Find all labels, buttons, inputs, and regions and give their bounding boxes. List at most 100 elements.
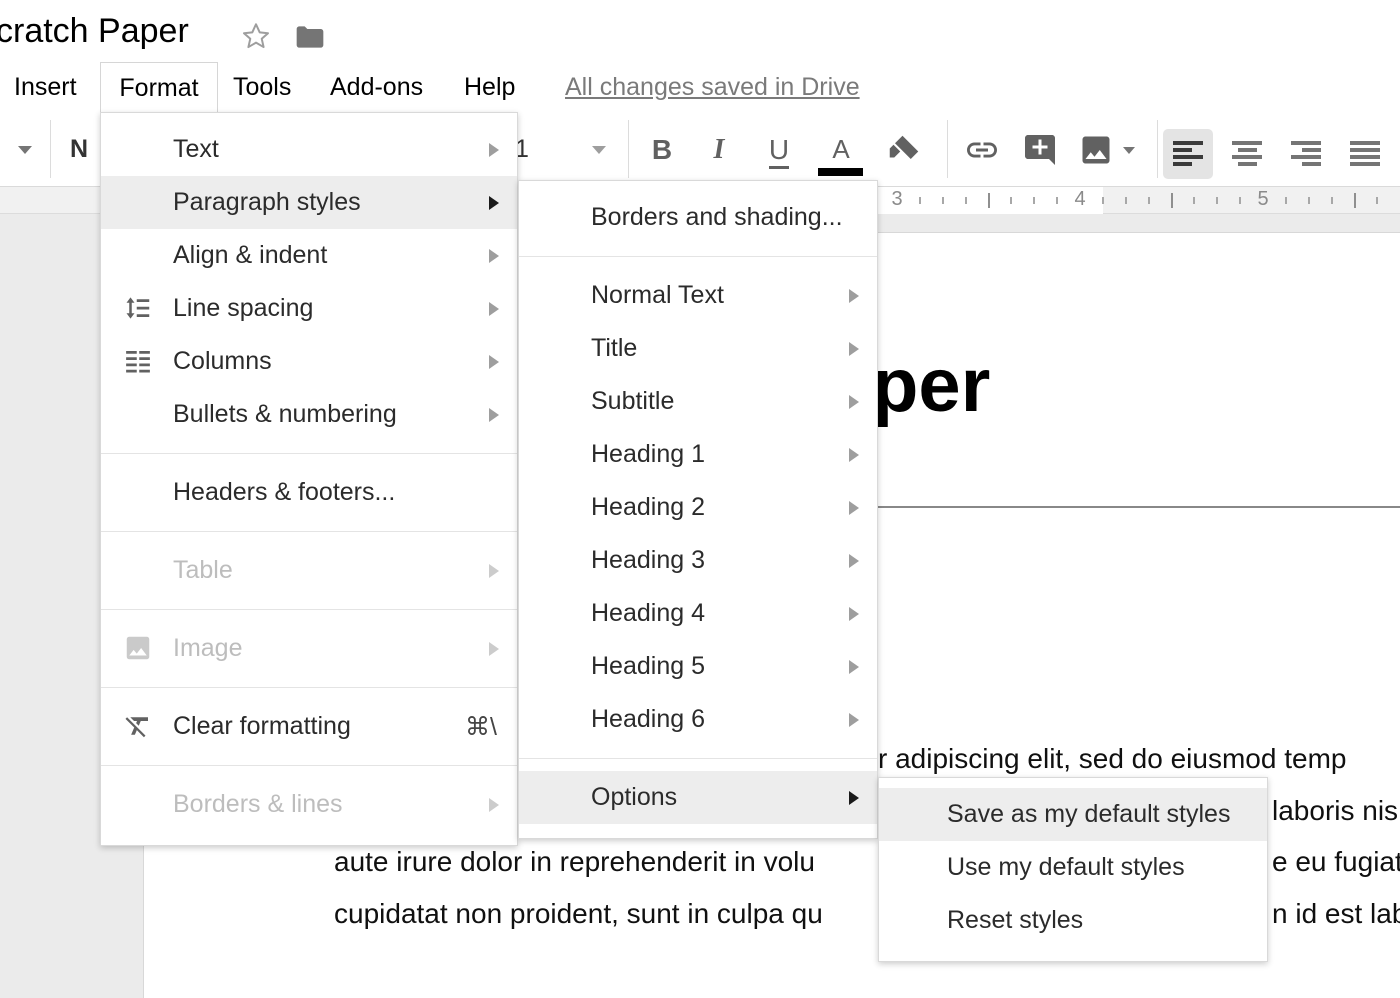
submenu-arrow-icon <box>849 713 859 727</box>
toolbar-separator <box>50 120 51 178</box>
menu-format[interactable]: Format <box>100 62 218 114</box>
font-size-caret-icon[interactable] <box>592 146 606 154</box>
ruler-tick <box>1285 197 1287 204</box>
submenu-arrow-icon <box>489 143 499 157</box>
menu-item-columns[interactable]: Columns <box>101 335 517 388</box>
submenu-arrow-icon <box>849 395 859 409</box>
ruler-tick <box>1354 193 1356 208</box>
insert-link-icon[interactable] <box>964 132 1000 168</box>
ruler-inch-number: 5 <box>1257 188 1268 211</box>
folder-icon[interactable] <box>294 21 326 53</box>
menu-item-label: Line spacing <box>173 294 313 323</box>
submenu-arrow-icon <box>849 342 859 356</box>
align-center-button[interactable] <box>1222 129 1272 179</box>
body-text-line: cupidatat non proident, sunt in culpa qu <box>334 897 823 931</box>
ruler-tick <box>1148 197 1150 204</box>
insert-image-icon[interactable] <box>1078 132 1114 168</box>
submenu-arrow-icon <box>489 564 499 578</box>
menu-item-clear-formatting[interactable]: Clear formatting⌘\ <box>101 700 517 753</box>
menu-item-save-as-my-default-styles[interactable]: Save as my default styles <box>879 788 1267 841</box>
menu-item-bullets-numbering[interactable]: Bullets & numbering <box>101 388 517 441</box>
body-text-line: r adipiscing elit, sed do eiusmod temp <box>878 742 1346 776</box>
paragraph-styles-submenu: Borders and shading... Normal Text Title Su… <box>518 180 878 839</box>
menu-item-borders-and-shading[interactable]: Borders and shading... <box>519 191 877 244</box>
menu-item-label: Image <box>173 634 242 663</box>
menu-item-reset-styles[interactable]: Reset styles <box>879 894 1267 947</box>
menu-item-label: Borders & lines <box>173 790 343 819</box>
ruler-tick <box>965 197 967 204</box>
menu-item-text[interactable]: Text <box>101 123 517 176</box>
paint-format-icon[interactable] <box>886 132 922 168</box>
menu-item-line-spacing[interactable]: Line spacing <box>101 282 517 335</box>
menu-item-label: Options <box>591 783 677 812</box>
options-submenu: Save as my default styles Use my default … <box>878 777 1268 962</box>
save-status-link[interactable]: All changes saved in Drive <box>565 62 860 112</box>
paragraph-style-selector[interactable]: N <box>62 112 96 187</box>
menu-item-label: Use my default styles <box>947 853 1185 882</box>
align-justify-button[interactable] <box>1340 129 1390 179</box>
ruler-tick <box>942 197 944 204</box>
menu-item-title[interactable]: Title <box>519 322 877 375</box>
menu-item-label: Align & indent <box>173 241 327 270</box>
menu-item-label: Heading 1 <box>591 440 705 469</box>
align-right-button[interactable] <box>1281 129 1331 179</box>
menu-help[interactable]: Help <box>464 62 515 112</box>
add-comment-icon[interactable] <box>1022 132 1058 168</box>
menu-item-heading-6[interactable]: Heading 6 <box>519 693 877 746</box>
align-left-button[interactable] <box>1163 129 1213 179</box>
menu-item-paragraph-styles[interactable]: Paragraph styles <box>101 176 517 229</box>
menu-item-heading-5[interactable]: Heading 5 <box>519 640 877 693</box>
menu-item-heading-2[interactable]: Heading 2 <box>519 481 877 534</box>
menu-separator <box>101 687 517 688</box>
italic-button[interactable]: I <box>702 112 736 187</box>
ruler-tick <box>1193 197 1195 204</box>
star-outline-icon[interactable] <box>240 20 272 52</box>
ruler-tick <box>1239 197 1241 204</box>
ruler-tick <box>1331 197 1333 204</box>
menu-item-options[interactable]: Options <box>519 771 877 824</box>
menu-add-ons[interactable]: Add-ons <box>330 62 423 112</box>
document-name[interactable]: cratch Paper <box>0 12 189 51</box>
submenu-arrow-icon <box>489 642 499 656</box>
ruler-tick <box>1216 197 1218 204</box>
menu-item-label: Reset styles <box>947 906 1083 935</box>
ruler-tick <box>919 197 921 204</box>
menu-item-align-indent[interactable]: Align & indent <box>101 229 517 282</box>
menu-separator <box>519 256 877 257</box>
menu-item-normal-text[interactable]: Normal Text <box>519 269 877 322</box>
bold-button[interactable]: B <box>645 112 679 187</box>
menu-item-label: Normal Text <box>591 281 724 310</box>
menu-item-headers-footers[interactable]: Headers & footers... <box>101 466 517 519</box>
menu-item-label: Heading 5 <box>591 652 705 681</box>
submenu-arrow-icon <box>489 355 499 369</box>
menu-separator <box>101 609 517 610</box>
menu-item-heading-3[interactable]: Heading 3 <box>519 534 877 587</box>
ruler-tick <box>1033 197 1035 204</box>
menu-item-label: Title <box>591 334 637 363</box>
insert-image-caret-icon[interactable] <box>1123 147 1135 154</box>
toolbar-overflow-caret-icon[interactable] <box>18 146 32 154</box>
body-text-line: e eu fugiat <box>1272 845 1400 879</box>
menu-item-subtitle[interactable]: Subtitle <box>519 375 877 428</box>
submenu-arrow-icon <box>849 660 859 674</box>
ruler-tick <box>1102 197 1104 204</box>
menu-separator <box>101 531 517 532</box>
underline-button[interactable]: U <box>762 112 796 187</box>
submenu-arrow-icon <box>849 554 859 568</box>
menu-tools[interactable]: Tools <box>233 62 291 112</box>
keyboard-shortcut: ⌘\ <box>465 712 497 742</box>
menu-item-image: Image <box>101 622 517 675</box>
menu-item-table: Table <box>101 544 517 597</box>
menu-insert[interactable]: Insert <box>14 62 77 112</box>
format-menu: TextParagraph styles Align & indent Line s… <box>100 112 518 846</box>
menu-item-heading-4[interactable]: Heading 4 <box>519 587 877 640</box>
body-text-line: laboris nis <box>1272 794 1398 828</box>
menu-item-label: Borders and shading... <box>591 203 843 232</box>
ruler-tick <box>1056 197 1058 204</box>
menu-item-label: Save as my default styles <box>947 800 1230 829</box>
menu-item-heading-1[interactable]: Heading 1 <box>519 428 877 481</box>
menu-item-use-my-default-styles[interactable]: Use my default styles <box>879 841 1267 894</box>
menu-separator <box>519 758 877 759</box>
menu-separator <box>101 765 517 766</box>
toolbar-separator <box>947 120 948 178</box>
